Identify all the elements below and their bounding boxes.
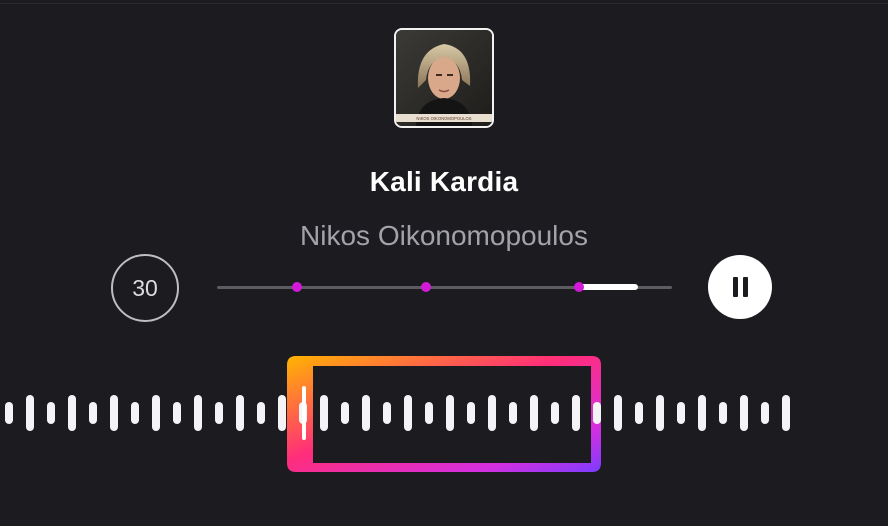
waveform-bar [26, 395, 34, 431]
waveform-bar-selected [572, 395, 580, 431]
lyric-marker[interactable] [292, 282, 302, 292]
waveform-bar-selected [530, 395, 538, 431]
waveform-bar [677, 402, 685, 424]
waveform-bar-selected [446, 395, 454, 431]
waveform-bar [89, 402, 97, 424]
waveform-bar [110, 395, 118, 431]
waveform-bar [215, 402, 223, 424]
album-art[interactable]: NIKOS OIKONOMOPOULOS [394, 28, 494, 128]
pause-button[interactable] [708, 255, 772, 319]
waveform-bar [68, 395, 76, 431]
progress-fill [580, 284, 638, 290]
waveform-bar-selected [551, 402, 559, 424]
pause-icon-bar [732, 277, 738, 297]
lyric-marker[interactable] [574, 282, 584, 292]
waveform-bar [131, 402, 139, 424]
waveform-bar-selected [509, 402, 517, 424]
waveform-bar [656, 395, 664, 431]
waveform-bar-selected [425, 402, 433, 424]
waveform-bar-selected [404, 395, 412, 431]
waveform-bar [761, 402, 769, 424]
skip-seconds-label: 30 [132, 274, 158, 301]
waveform-bar [782, 395, 790, 431]
song-title: Kali Kardia [369, 166, 519, 197]
waveform-bar [194, 395, 202, 431]
skip-30-button[interactable]: 30 [111, 254, 179, 322]
album-art-image: NIKOS OIKONOMOPOULOS [396, 30, 492, 126]
waveform-bar-selected [341, 402, 349, 424]
pause-icon-bar [742, 277, 748, 297]
waveform-bar [47, 402, 55, 424]
waveform-bar [719, 402, 727, 424]
waveform-bar-selected [383, 402, 391, 424]
waveform-bar [593, 402, 601, 424]
waveform-bar [740, 395, 748, 431]
waveform-bar [236, 395, 244, 431]
waveform-bar-selected [488, 395, 496, 431]
waveform-bar [278, 395, 286, 431]
waveform-bar [614, 395, 622, 431]
waveform-bar [635, 402, 643, 424]
waveform-bar [698, 395, 706, 431]
waveform-bar-selected [299, 402, 307, 424]
svg-text:NIKOS OIKONOMOPOULOS: NIKOS OIKONOMOPOULOS [416, 116, 471, 121]
lyric-marker[interactable] [421, 282, 431, 292]
waveform-bar [173, 402, 181, 424]
top-divider [0, 3, 888, 4]
waveform-bar [5, 402, 13, 424]
waveform-bar-selected [320, 395, 328, 431]
waveform-bar [152, 395, 160, 431]
waveform-bar [257, 402, 265, 424]
waveform-bar-selected [467, 402, 475, 424]
waveform-bar-selected [362, 395, 370, 431]
artist-name[interactable]: Nikos Oikonomopoulos [0, 220, 888, 252]
